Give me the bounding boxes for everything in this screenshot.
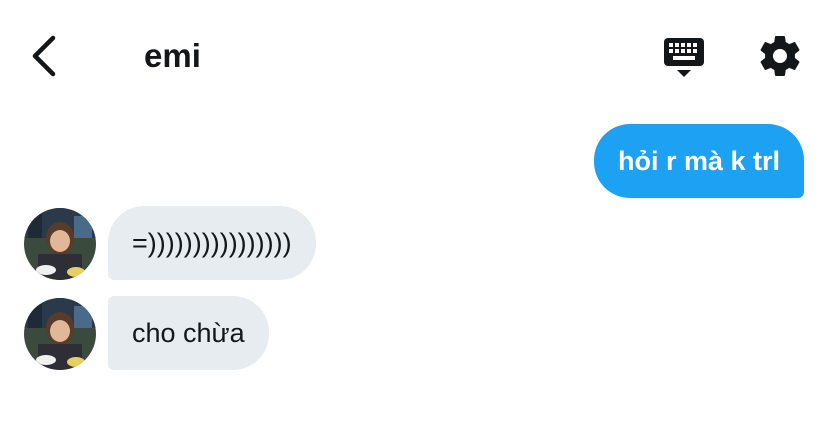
chevron-left-icon: [32, 35, 56, 77]
message-bubble-sent[interactable]: hỏi r mà k trl: [593, 124, 804, 198]
message-bubble-received[interactable]: cho chừa: [108, 296, 269, 370]
settings-button[interactable]: [756, 32, 804, 80]
avatar[interactable]: [24, 208, 96, 280]
message-bubble-received[interactable]: =)))))))))))))))): [108, 206, 316, 280]
keyboard-button[interactable]: [660, 34, 708, 80]
keyboard-icon: [664, 38, 704, 77]
conversation-header: emi: [0, 0, 828, 112]
avatar[interactable]: [24, 298, 96, 370]
gear-icon: [760, 36, 800, 76]
conversation-title[interactable]: emi: [144, 34, 201, 78]
back-button[interactable]: [20, 30, 68, 82]
